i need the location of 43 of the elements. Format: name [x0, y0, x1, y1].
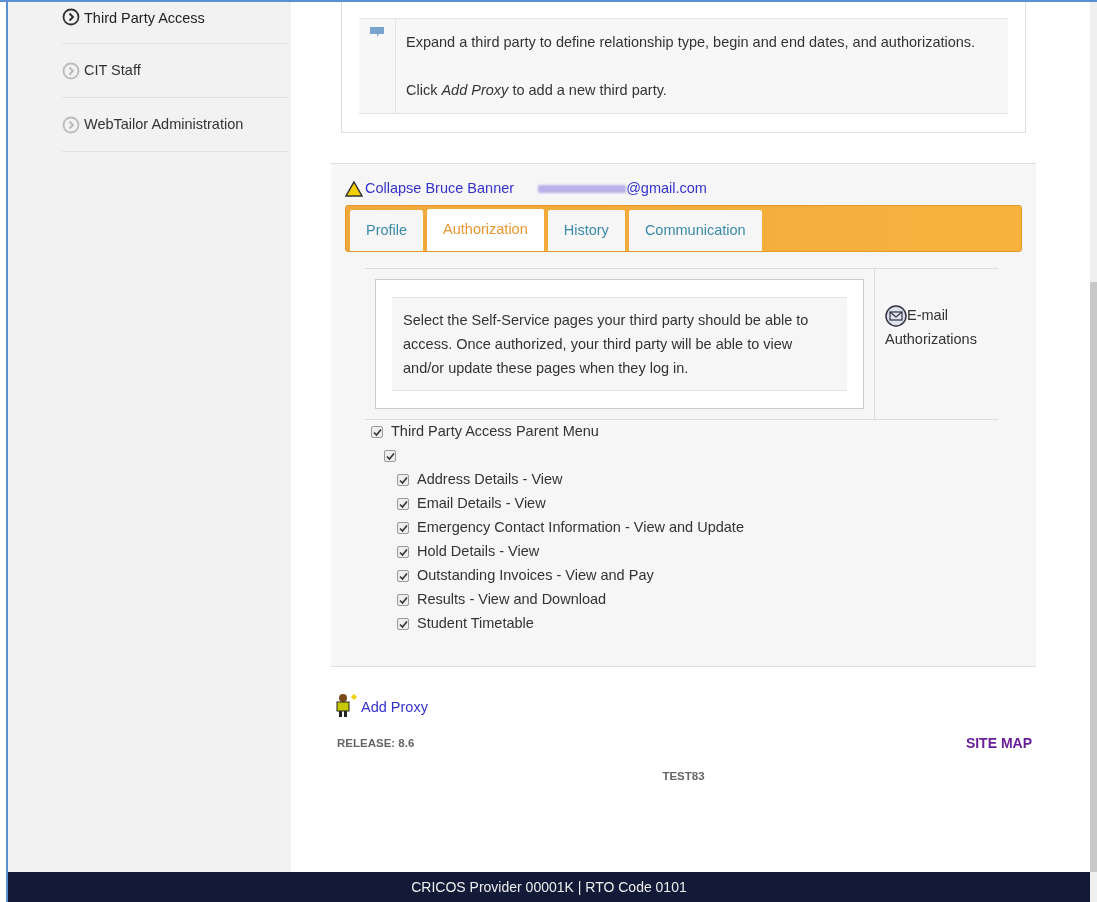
scrollbar-thumb[interactable]: [1090, 282, 1097, 872]
info-text: Expand a third party to define relationship type, begin and end dates, and authorizations.: [406, 33, 976, 52]
chevron-circle-icon: [62, 8, 80, 26]
footer-text: CRICOS Provider 00001K | RTO Code 0101: [411, 877, 687, 897]
menu-item-label: Third Party Access Parent Menu: [391, 422, 599, 442]
site-map-link[interactable]: SITE MAP: [965, 733, 1032, 754]
menu-item-label: Emergency Contact Information - View and Update: [417, 518, 744, 538]
instance-label: TEST83: [662, 769, 705, 784]
envelope-icon: [885, 305, 907, 327]
email-address: @gmail.com: [626, 179, 707, 199]
menu-item-label: Outstanding Invoices - View and Pay: [417, 566, 654, 586]
checkbox[interactable]: [384, 450, 396, 462]
menu-item-label: Email Details - View: [417, 494, 546, 514]
menu-item-label: Address Details - View: [417, 470, 563, 490]
person-icon: [335, 693, 359, 719]
tab[interactable]: History: [547, 210, 625, 251]
checkbox[interactable]: [397, 594, 409, 606]
checkbox[interactable]: [397, 546, 409, 558]
sidebar-item[interactable]: Third Party Access: [62, 2, 289, 44]
chevron-circle-icon: [62, 115, 80, 134]
info-text: Click Add Proxy to add a new third party.: [406, 81, 668, 100]
sidebar-item[interactable]: CIT Staff: [62, 44, 289, 98]
collapse-link[interactable]: Collapse Bruce Banner: [365, 178, 515, 200]
checkbox[interactable]: [397, 474, 409, 486]
add-proxy-link[interactable]: Add Proxy: [361, 697, 428, 719]
release-label: RELEASE: 8.6: [337, 735, 415, 751]
chevron-circle-icon: [62, 61, 80, 80]
instructions-text: Select the Self-Service pages your third party should be able to access. Once authorized, your third party will be able to view and/or update these pages when they log in.: [392, 297, 847, 391]
tab[interactable]: Communication: [628, 210, 762, 251]
warning-icon: [345, 181, 363, 197]
menu-item-label: Results - View and Download: [417, 590, 607, 610]
email-link[interactable]: E-mail: [907, 305, 949, 327]
checkbox[interactable]: [397, 570, 409, 582]
speech-bubble-icon: [370, 27, 384, 38]
checkbox[interactable]: [397, 618, 409, 630]
menu-item-label: Student Timetable: [417, 614, 534, 634]
email-link[interactable]: Authorizations: [885, 329, 988, 351]
menu-item-label: Hold Details - View: [417, 542, 540, 562]
checkbox[interactable]: [371, 426, 383, 438]
checkbox[interactable]: [397, 498, 409, 510]
sidebar-item[interactable]: WebTailor Administration: [62, 98, 289, 152]
tab[interactable]: Profile: [350, 210, 424, 251]
checkbox[interactable]: [397, 522, 409, 534]
